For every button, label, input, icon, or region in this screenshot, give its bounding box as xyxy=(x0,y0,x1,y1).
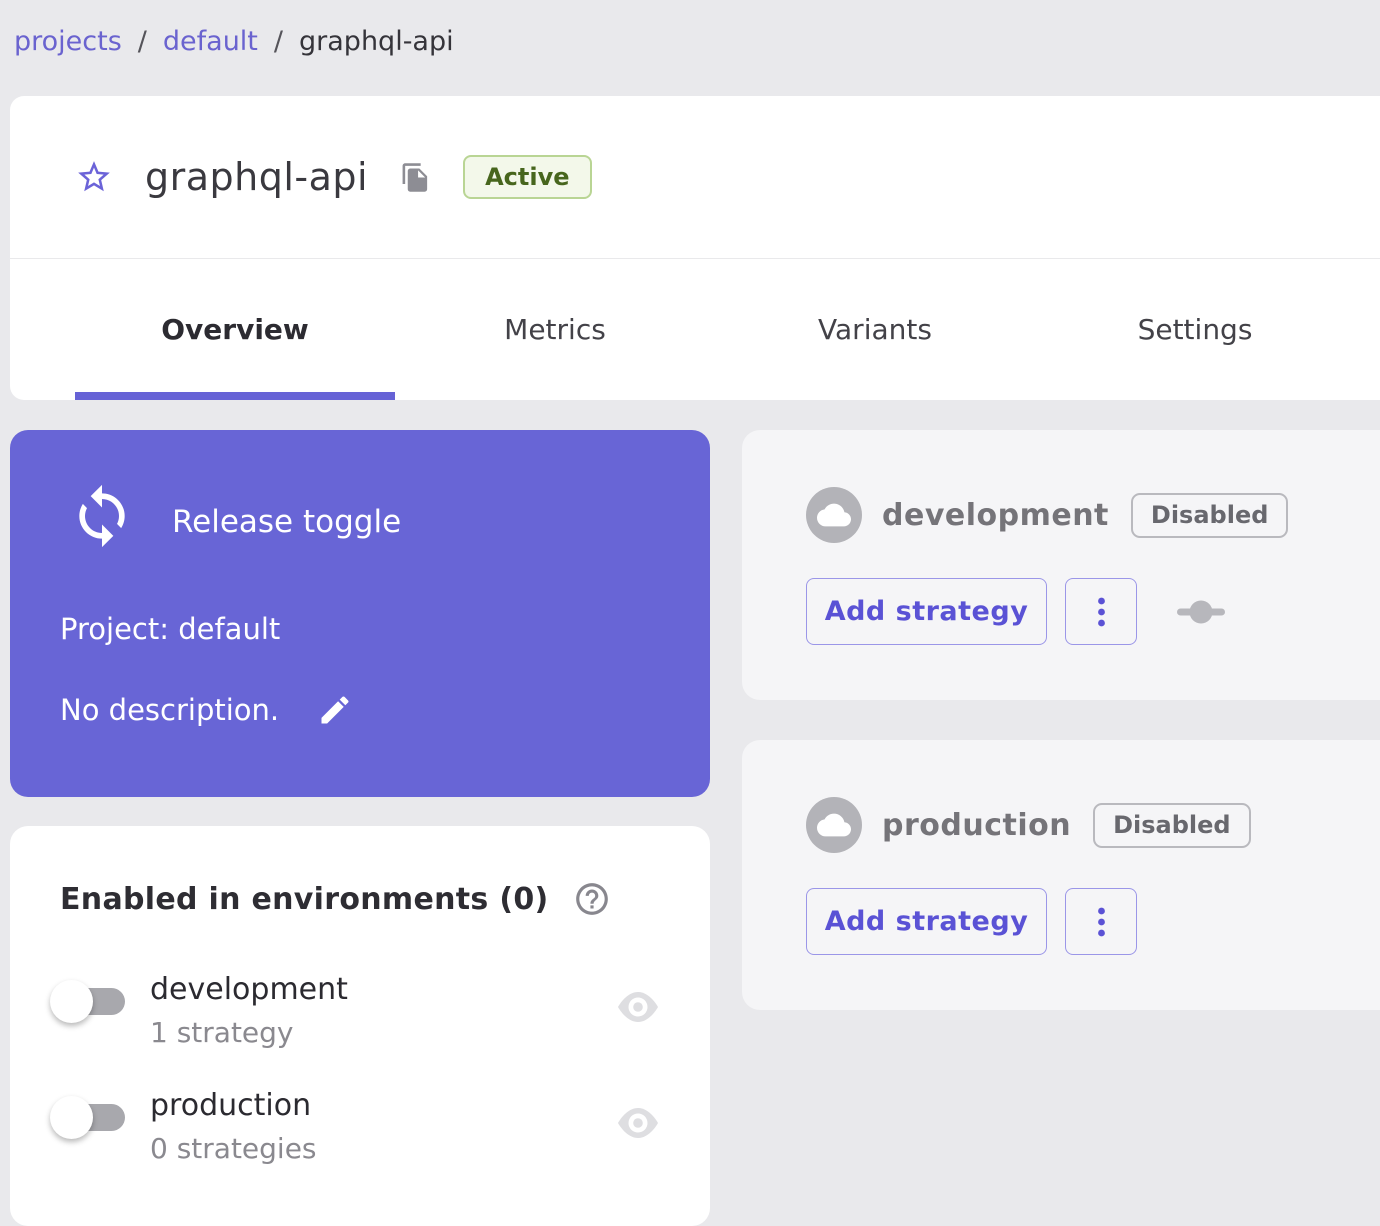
kebab-icon xyxy=(1097,906,1106,938)
cloud-icon xyxy=(806,797,862,853)
active-tab-indicator xyxy=(75,392,395,400)
environment-actions: Add strategy xyxy=(806,888,1137,955)
environment-card-production: production Disabled Add strategy xyxy=(742,740,1380,1010)
kebab-icon xyxy=(1097,596,1106,628)
add-strategy-button[interactable]: Add strategy xyxy=(806,888,1047,955)
environment-card-development: development Disabled Add strategy xyxy=(742,430,1380,700)
copy-icon[interactable] xyxy=(400,162,431,193)
cycle-arrows-icon xyxy=(68,482,136,550)
toggle-thumb xyxy=(50,980,93,1023)
eye-icon[interactable] xyxy=(615,990,661,1024)
breadcrumb-separator: / xyxy=(137,26,147,57)
environment-status-badge: Disabled xyxy=(1093,802,1251,848)
breadcrumb: projects / default / graphql-api xyxy=(14,26,454,57)
env-row-name: production xyxy=(150,1088,312,1123)
breadcrumb-current-page: graphql-api xyxy=(299,26,454,57)
enabled-environments-title: Enabled in environments (0) xyxy=(60,881,549,917)
add-strategy-button[interactable]: Add strategy xyxy=(806,578,1047,645)
environment-actions: Add strategy xyxy=(806,578,1225,645)
environment-status-badge: Disabled xyxy=(1130,492,1289,538)
breadcrumb-projects-link[interactable]: projects xyxy=(14,26,122,57)
toggle-thumb xyxy=(50,1096,93,1139)
page-title: graphql-api xyxy=(145,155,369,199)
environment-name: production xyxy=(882,807,1072,843)
feature-description-row: No description. xyxy=(60,692,353,728)
strategy-slider-icon[interactable] xyxy=(1177,600,1225,624)
feature-header-row: graphql-api Active xyxy=(10,96,1380,258)
edit-description-button[interactable] xyxy=(317,692,353,728)
env-row-name: development xyxy=(150,972,348,1007)
enabled-environments-title-row: Enabled in environments (0) xyxy=(60,880,611,918)
env-toggle-production[interactable] xyxy=(50,1094,126,1140)
tab-settings[interactable]: Settings xyxy=(1035,259,1355,400)
feature-header-card: graphql-api Active Overview Metrics Vari… xyxy=(10,96,1380,400)
env-row-strategy-count: 1 strategy xyxy=(150,1016,294,1049)
breadcrumb-separator: / xyxy=(273,26,284,57)
status-badge: Active xyxy=(463,155,592,199)
feature-type-label: Release toggle xyxy=(172,504,402,540)
help-icon[interactable] xyxy=(573,880,611,918)
feature-project-label: Project: default xyxy=(60,612,281,646)
eye-icon[interactable] xyxy=(615,1106,661,1140)
tab-metrics[interactable]: Metrics xyxy=(395,259,715,400)
env-row-strategy-count: 0 strategies xyxy=(150,1132,317,1165)
tab-bar: Overview Metrics Variants Settings xyxy=(10,258,1380,400)
env-toggle-development[interactable] xyxy=(50,978,126,1024)
favorite-star-icon[interactable] xyxy=(75,158,113,196)
environment-header: development Disabled xyxy=(806,487,1289,543)
tab-variants[interactable]: Variants xyxy=(715,259,1035,400)
kebab-menu-button[interactable] xyxy=(1065,888,1137,955)
enabled-environments-panel: Enabled in environments (0) development … xyxy=(10,826,710,1226)
kebab-menu-button[interactable] xyxy=(1065,578,1137,645)
feature-overview-card: Release toggle Project: default No descr… xyxy=(10,430,710,797)
breadcrumb-default-link[interactable]: default xyxy=(163,26,258,57)
environment-header: production Disabled xyxy=(806,797,1251,853)
tab-overview[interactable]: Overview xyxy=(75,259,395,400)
environment-name: development xyxy=(882,497,1109,533)
feature-description: No description. xyxy=(60,693,280,727)
cloud-icon xyxy=(806,487,862,543)
